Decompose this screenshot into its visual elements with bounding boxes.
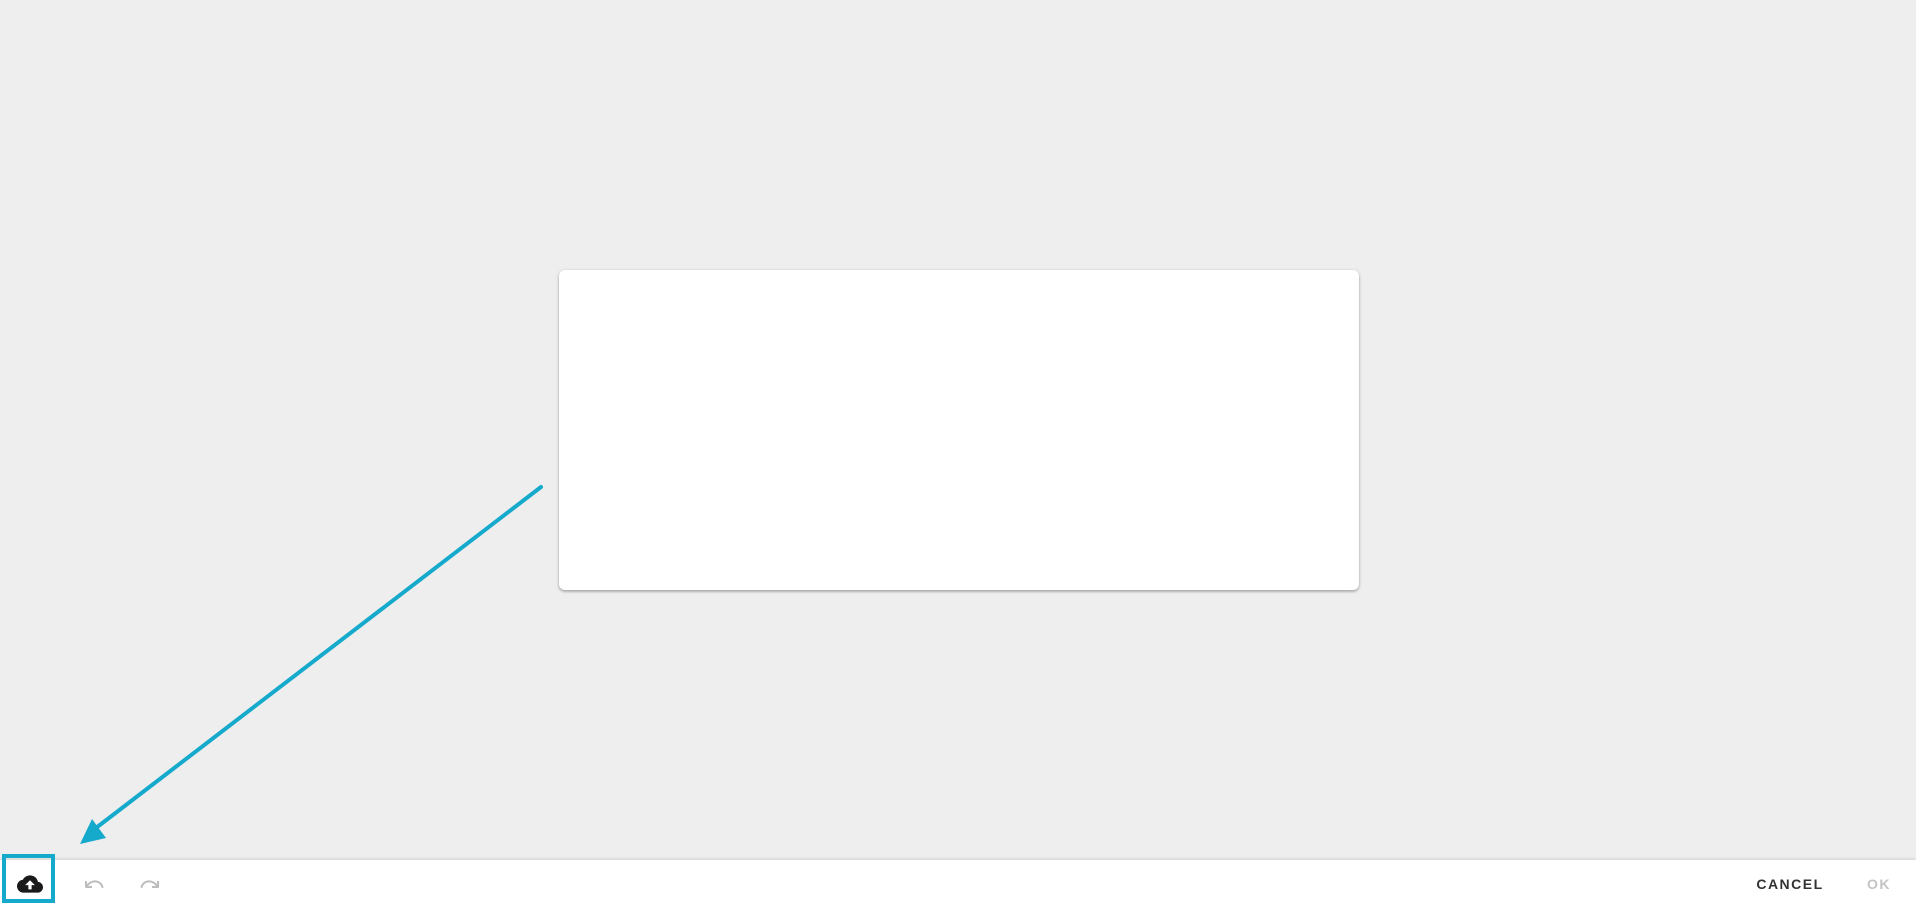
cancel-button[interactable]: CANCEL [1748,860,1832,907]
ok-button[interactable]: OK [1856,860,1902,907]
redo-icon [138,875,162,893]
bottom-toolbar: CANCEL OK [0,860,1916,907]
redo-button[interactable] [124,860,176,907]
undo-icon [82,875,106,893]
cloud-upload-icon [17,874,43,894]
undo-button[interactable] [68,860,120,907]
upload-button[interactable] [4,860,56,907]
editor-canvas[interactable] [559,270,1359,590]
editor-stage: CANCEL OK [0,0,1916,907]
